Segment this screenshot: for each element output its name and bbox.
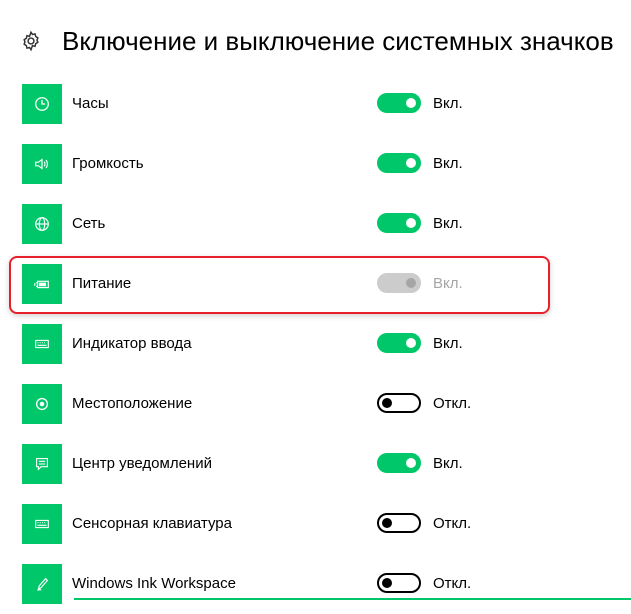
toggle-state-label: Вкл.: [433, 335, 463, 352]
item-label: Сеть: [72, 215, 106, 232]
highlight-frame: [9, 256, 550, 314]
toggle-knob: [382, 398, 392, 408]
gear-icon: [20, 30, 42, 52]
list-item-input-indicator: Индикатор ввода Вкл.: [0, 314, 631, 374]
item-label: Индикатор ввода: [72, 335, 192, 352]
list-item-clock: Часы Вкл.: [0, 74, 631, 134]
toggle-switch[interactable]: [377, 213, 421, 233]
list-item-action-center: Центр уведомлений Вкл.: [0, 434, 631, 494]
location-icon: [22, 384, 62, 424]
list-item-touch-keyboard: Сенсорная клавиатура Откл.: [0, 494, 631, 554]
toggle-state-label: Откл.: [433, 575, 472, 592]
list-item-ink-workspace: Windows Ink Workspace Откл.: [0, 554, 631, 614]
item-label: Местоположение: [72, 395, 193, 412]
toggle-knob: [406, 458, 416, 468]
toggle-state-label: Откл.: [433, 395, 472, 412]
toggle-knob: [382, 518, 392, 528]
toggle-knob: [406, 338, 416, 348]
toggle-switch[interactable]: [377, 513, 421, 533]
item-label: Центр уведомлений: [72, 455, 212, 472]
item-label: Громкость: [72, 155, 144, 172]
list-item-volume: Громкость Вкл.: [0, 134, 631, 194]
toggle-knob: [406, 98, 416, 108]
notification-icon: [22, 444, 62, 484]
item-label: Часы: [72, 95, 109, 112]
clock-icon: [22, 84, 62, 124]
toggle-state-label: Вкл.: [433, 155, 463, 172]
toggle-switch[interactable]: [377, 333, 421, 353]
toggle-switch[interactable]: [377, 93, 421, 113]
volume-icon: [22, 144, 62, 184]
globe-icon: [22, 204, 62, 244]
toggle-switch[interactable]: [377, 573, 421, 593]
toggle-state-label: Вкл.: [433, 455, 463, 472]
item-label: Сенсорная клавиатура: [72, 515, 232, 532]
touch-keyboard-icon: [22, 504, 62, 544]
keyboard-icon: [22, 324, 62, 364]
header: Включение и выключение системных значков: [0, 0, 631, 80]
bottom-accent-line: [74, 598, 631, 600]
page-title: Включение и выключение системных значков: [62, 26, 614, 56]
toggle-knob: [382, 578, 392, 588]
toggle-state-label: Откл.: [433, 515, 472, 532]
toggle-switch[interactable]: [377, 453, 421, 473]
toggle-state-label: Вкл.: [433, 95, 463, 112]
toggle-state-label: Вкл.: [433, 215, 463, 232]
list-item-location: Местоположение Откл.: [0, 374, 631, 434]
pen-icon: [22, 564, 62, 604]
toggle-knob: [406, 158, 416, 168]
toggle-switch[interactable]: [377, 153, 421, 173]
toggle-knob: [406, 218, 416, 228]
toggle-switch[interactable]: [377, 393, 421, 413]
item-label: Windows Ink Workspace: [72, 575, 236, 592]
list-item-network: Сеть Вкл.: [0, 194, 631, 254]
